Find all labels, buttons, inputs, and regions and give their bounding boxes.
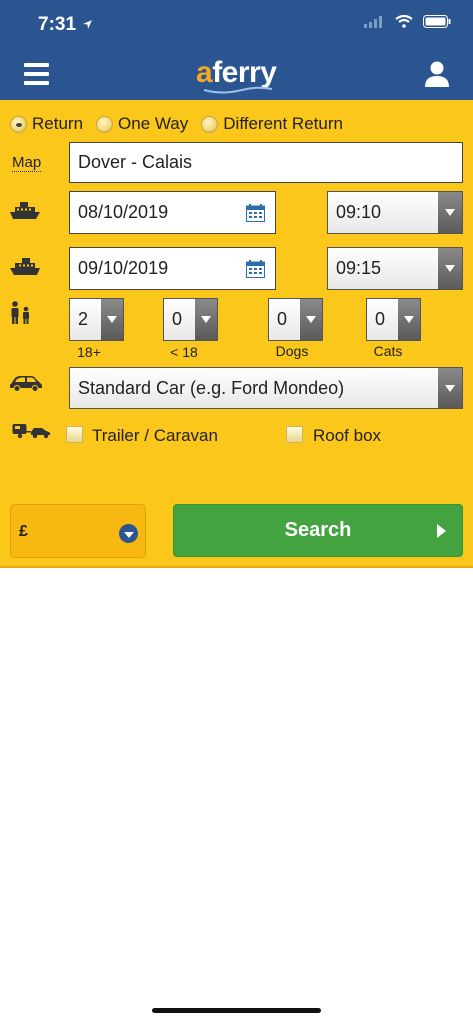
roof-box-label: Roof box <box>313 426 382 445</box>
currency-select[interactable]: £ <box>10 504 146 558</box>
ferry-return-icon <box>10 258 40 275</box>
search-button[interactable]: Search <box>173 504 463 557</box>
cats-label: Cats <box>373 343 403 359</box>
ferry-outbound-icon <box>10 202 40 219</box>
radio-icon[interactable] <box>96 115 114 133</box>
outbound-time-select[interactable]: 09:10 <box>327 191 463 234</box>
trip-type-different-return[interactable]: Different Return <box>201 114 343 134</box>
chevron-down-icon[interactable] <box>438 368 462 408</box>
adults-label: 18+ <box>77 344 101 360</box>
dogs-select[interactable]: 0 <box>268 298 323 341</box>
wifi-icon <box>394 14 413 28</box>
adults-select[interactable]: 2 <box>69 298 124 341</box>
signal-icon <box>364 16 383 28</box>
dogs-label: Dogs <box>275 343 309 359</box>
outbound-date-field[interactable]: 08/10/2019 <box>69 191 276 234</box>
battery-icon <box>423 15 451 28</box>
map-link[interactable]: Map <box>12 154 42 172</box>
aferry-logo: aferry <box>196 56 277 89</box>
car-icon <box>10 376 42 392</box>
calendar-icon[interactable] <box>246 260 265 278</box>
chevron-down-icon[interactable] <box>438 248 462 289</box>
logo-wave-icon <box>203 86 273 94</box>
passengers-icon <box>11 301 29 324</box>
trip-type-group: Return One Way Different Return <box>10 114 356 134</box>
currency-symbol: £ <box>19 523 28 540</box>
calendar-icon[interactable] <box>246 204 265 222</box>
trailer-icon <box>12 424 50 439</box>
radio-checked-icon[interactable] <box>10 115 27 133</box>
user-icon[interactable] <box>424 60 450 88</box>
return-date-field[interactable]: 09/10/2019 <box>69 247 276 290</box>
chevron-down-icon[interactable] <box>119 524 138 543</box>
children-label: < 18 <box>170 344 198 360</box>
route-field[interactable]: Dover - Calais <box>69 142 463 183</box>
trip-type-return[interactable]: Return <box>10 114 83 134</box>
radio-icon[interactable] <box>201 115 219 133</box>
return-time-select[interactable]: 09:15 <box>327 247 463 290</box>
location-arrow-icon <box>83 20 93 29</box>
chevron-down-icon[interactable] <box>398 299 420 340</box>
play-arrow-icon <box>437 524 446 538</box>
chevron-down-icon[interactable] <box>300 299 322 340</box>
roof-box-checkbox[interactable] <box>286 426 303 443</box>
menu-icon[interactable] <box>24 63 49 85</box>
chevron-down-icon[interactable] <box>438 192 462 233</box>
children-select[interactable]: 0 <box>163 298 218 341</box>
chevron-down-icon[interactable] <box>195 299 217 340</box>
trailer-label: Trailer / Caravan <box>92 426 218 445</box>
trailer-checkbox[interactable] <box>66 426 83 443</box>
status-icons <box>364 14 451 33</box>
chevron-down-icon[interactable] <box>101 299 123 340</box>
vehicle-select[interactable]: Standard Car (e.g. Ford Mondeo) <box>69 367 463 409</box>
home-indicator[interactable] <box>152 1008 321 1013</box>
cats-select[interactable]: 0 <box>366 298 421 341</box>
trip-type-one-way[interactable]: One Way <box>96 114 188 134</box>
status-time: 7:31 <box>38 14 93 36</box>
